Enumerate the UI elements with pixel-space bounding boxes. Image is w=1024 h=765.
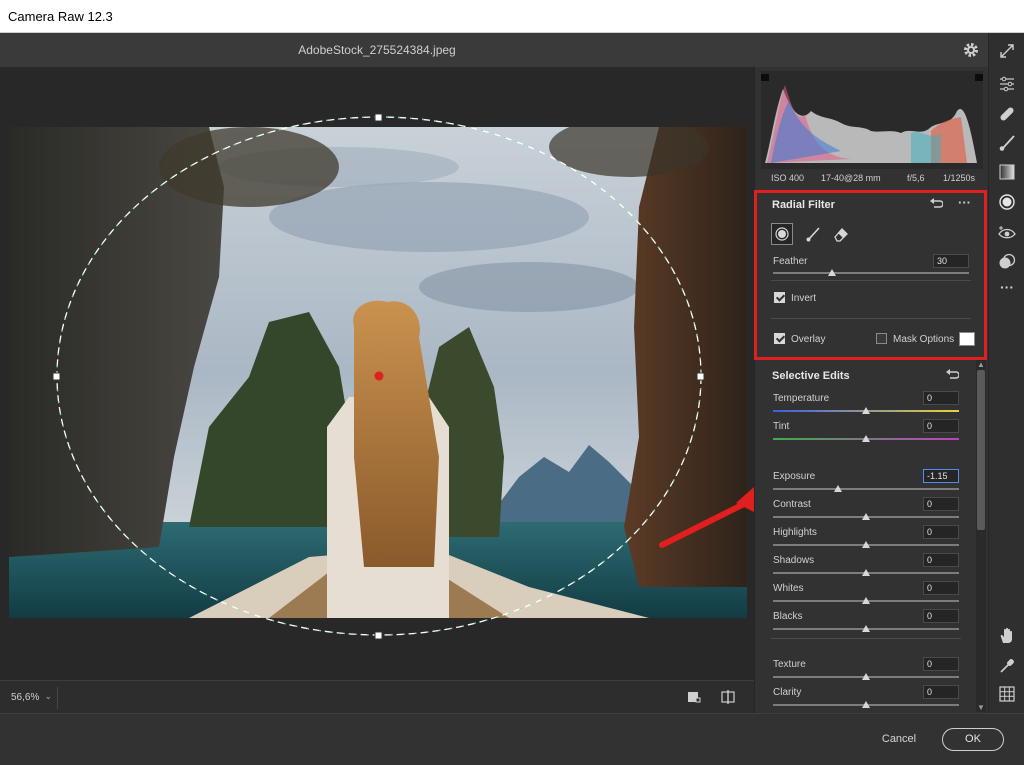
slider-value-input[interactable]: 0 xyxy=(923,609,959,623)
divider xyxy=(771,318,971,319)
reset-icon[interactable] xyxy=(945,368,959,382)
overlay-checkbox[interactable] xyxy=(774,333,785,344)
radial-tool-button[interactable] xyxy=(771,223,793,245)
slider-value-input[interactable]: -1.15 xyxy=(923,469,959,483)
slider-label: Whites xyxy=(773,583,804,594)
slider-value-input[interactable]: 0 xyxy=(923,553,959,567)
slider-thumb[interactable] xyxy=(834,485,843,492)
image-canvas[interactable] xyxy=(0,67,754,680)
radial-mode-icon xyxy=(775,227,789,241)
slider-track[interactable] xyxy=(773,488,959,490)
invert-label: Invert xyxy=(791,293,817,304)
mask-options-checkbox[interactable] xyxy=(876,333,887,344)
feather-slider[interactable] xyxy=(773,272,969,274)
dialog-footer: Cancel OK xyxy=(0,713,1024,765)
brush-icon[interactable] xyxy=(805,226,821,242)
slider-thumb[interactable] xyxy=(862,625,870,632)
slider-thumb[interactable] xyxy=(862,435,870,442)
grid-icon[interactable] xyxy=(998,685,1016,703)
shutter-value: 1/1250s xyxy=(943,173,976,183)
feather-slider-thumb[interactable] xyxy=(827,269,836,276)
more-icon[interactable]: ··· xyxy=(998,279,1016,297)
ok-button[interactable]: OK xyxy=(942,728,1004,751)
slider-thumb[interactable] xyxy=(862,513,870,520)
feather-input[interactable]: 30 xyxy=(933,254,969,268)
title-bar: Camera Raw 12.3 xyxy=(0,0,1024,33)
slider-value-input[interactable]: 0 xyxy=(923,525,959,539)
file-bar: AdobeStock_275524384.jpeg xyxy=(0,33,988,67)
red-eye-icon[interactable] xyxy=(998,224,1016,242)
iso-value: ISO 400 xyxy=(771,173,805,183)
radial-center-pin[interactable] xyxy=(374,371,384,381)
edit-icon[interactable] xyxy=(998,75,1016,93)
slider-label: Blacks xyxy=(773,611,803,622)
tool-strip: ··· xyxy=(988,33,1024,713)
slider-label: Clarity xyxy=(773,687,802,698)
overlay-label: Overlay xyxy=(791,334,826,345)
zoom-select[interactable]: 56,6% ⌄ xyxy=(4,687,58,709)
file-name: AdobeStock_275524384.jpeg xyxy=(298,43,456,57)
gear-icon[interactable] xyxy=(962,41,980,59)
window-title: Camera Raw 12.3 xyxy=(8,9,113,24)
zoom-value: 56,6% xyxy=(11,692,40,703)
reset-icon[interactable] xyxy=(929,197,943,211)
selective-edits-title: Selective Edits xyxy=(772,370,850,382)
slider-value-input[interactable]: 0 xyxy=(923,685,959,699)
scroll-up-icon[interactable]: ▲ xyxy=(977,360,985,369)
lens-value: 17-40@28 mm xyxy=(821,173,881,183)
divider xyxy=(771,638,961,639)
overlay-color-swatch[interactable] xyxy=(959,332,975,346)
slider-value-input[interactable]: 0 xyxy=(923,391,959,405)
slider-value-input[interactable]: 0 xyxy=(923,419,959,433)
slider-thumb[interactable] xyxy=(862,597,870,604)
radial-filter-title: Radial Filter xyxy=(772,199,835,211)
canvas-bottom-bar: 56,6% ⌄ xyxy=(0,680,754,713)
feather-label: Feather xyxy=(773,256,808,267)
eyedropper-icon[interactable] xyxy=(998,657,1016,675)
more-options-icon[interactable]: ··· xyxy=(958,195,971,210)
compare-view-icon[interactable] xyxy=(720,689,736,705)
before-after-icon[interactable] xyxy=(686,689,702,705)
slider-value-input[interactable]: 0 xyxy=(923,581,959,595)
slider-label: Highlights xyxy=(773,527,817,538)
eraser-icon[interactable] xyxy=(833,226,849,242)
hand-icon[interactable] xyxy=(998,627,1016,645)
slider-label: Tint xyxy=(773,421,790,432)
cancel-button[interactable]: Cancel xyxy=(868,730,930,750)
radial-filter-icon[interactable] xyxy=(998,193,1016,211)
slider-value-input[interactable]: 0 xyxy=(923,657,959,671)
brush-icon[interactable] xyxy=(998,134,1016,152)
slider-label: Temperature xyxy=(773,393,830,404)
slider-label: Exposure xyxy=(773,471,816,482)
healing-icon[interactable] xyxy=(998,105,1016,123)
slider-thumb[interactable] xyxy=(862,673,870,680)
slider-label: Shadows xyxy=(773,555,815,566)
chevron-down-icon: ⌄ xyxy=(44,691,52,701)
slider-thumb[interactable] xyxy=(862,541,870,548)
slider-thumb[interactable] xyxy=(862,407,870,414)
scroll-down-icon[interactable]: ▼ xyxy=(977,703,985,712)
invert-checkbox[interactable] xyxy=(774,292,785,303)
histogram xyxy=(761,71,983,169)
fullscreen-icon[interactable] xyxy=(998,42,1016,60)
radial-filter-overlay[interactable] xyxy=(0,67,754,680)
mask-options-label: Mask Options xyxy=(893,334,955,345)
slider-thumb[interactable] xyxy=(862,569,870,576)
scrollbar-thumb[interactable] xyxy=(977,370,985,530)
slider-thumb[interactable] xyxy=(862,701,870,708)
presets-icon[interactable] xyxy=(998,253,1016,271)
aperture-value: f/5,6 xyxy=(907,173,925,183)
slider-label: Contrast xyxy=(773,499,811,510)
slider-value-input[interactable]: 0 xyxy=(923,497,959,511)
camera-info: ISO 400 17-40@28 mm f/5,6 1/1250s xyxy=(761,171,983,187)
right-panel: ISO 400 17-40@28 mm f/5,6 1/1250s Radial… xyxy=(754,67,988,713)
graduated-filter-icon[interactable] xyxy=(998,163,1016,181)
panel-scrollbar[interactable]: ▲ ▼ xyxy=(976,360,986,712)
slider-label: Texture xyxy=(773,659,806,670)
divider xyxy=(771,280,971,281)
